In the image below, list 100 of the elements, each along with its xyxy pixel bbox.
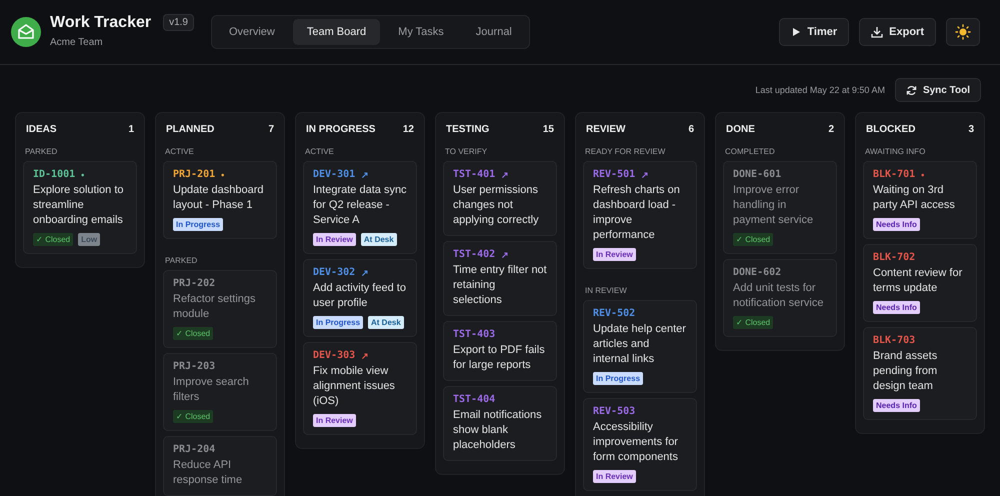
column-title: PLANNED [166, 124, 214, 135]
tab[interactable]: Overview [215, 19, 289, 45]
task-id: ID-1001 [33, 169, 76, 180]
task-card[interactable]: PRJ-204 Reduce API response time [163, 436, 277, 496]
task-card[interactable]: REV-502 Update help center articles and internal links In Progress [583, 300, 697, 393]
marker-glyph: • [81, 170, 84, 180]
task-id: PRJ-201 [173, 169, 216, 180]
status-tag: In Progress [593, 372, 644, 385]
timer-button[interactable]: Timer [779, 18, 850, 46]
export-button[interactable]: Export [859, 18, 936, 46]
task-id: DEV-302 [313, 267, 356, 278]
section-label: IN REVIEW [585, 286, 627, 295]
task-card[interactable]: DONE-602 Add unit tests for notification service ✓ Closed [723, 259, 837, 337]
task-title: Email notifications show blank placeholders [453, 408, 543, 453]
marker-glyph: • [221, 170, 224, 180]
section-label: READY FOR REVIEW [585, 147, 666, 156]
task-card[interactable]: BLK-701 • Waiting on 3rd party API access Needs Info [863, 161, 977, 239]
marker-glyph: ↗ [501, 170, 510, 180]
status-tag: In Review [593, 470, 636, 483]
task-card[interactable]: PRJ-202 Refactor settings module ✓ Closed [163, 270, 277, 348]
task-id: TST-403 [453, 329, 496, 340]
task-card[interactable]: DEV-303 ↗ Fix mobile view alignment issues (iOS) In Review [303, 342, 417, 435]
marker-glyph: ↗ [361, 350, 370, 360]
task-card[interactable]: REV-503 Accessibility improvements for form components In Review [583, 398, 697, 491]
task-card[interactable]: REV-501 ↗ Refresh charts on dashboard load - improve performance In Review [583, 161, 697, 269]
task-title: Refactor settings module [173, 292, 257, 322]
task-title: Accessibility improvements for form components [593, 420, 679, 465]
task-card[interactable]: TST-404 Email notifications show blank placeholders [443, 386, 557, 461]
task-id: BLK-702 [873, 252, 916, 263]
task-card[interactable]: TST-403 Export to PDF fails for large reports [443, 321, 557, 381]
task-card[interactable]: DEV-301 ↗ Integrate data sync for Q2 release - Service A In Review At Desk [303, 161, 417, 254]
task-card[interactable]: PRJ-203 Improve search filters ✓ Closed [163, 353, 277, 431]
section-label: AWAITING INFO [865, 147, 926, 156]
status-tag: In Review [313, 233, 356, 246]
task-card[interactable]: TST-401 ↗ User permissions changes not applying correctly [443, 161, 557, 236]
task-id: TST-401 [453, 169, 496, 180]
task-title: Update help center articles and internal links [593, 322, 687, 367]
play-icon [791, 27, 802, 37]
task-id: REV-501 [593, 169, 636, 180]
task-title: Content review for terms update [873, 266, 964, 296]
column-count: 3 [968, 124, 974, 135]
sun-icon [955, 24, 971, 40]
task-id: PRJ-203 [173, 361, 216, 372]
task-card[interactable]: PRJ-201 • Update dashboard layout - Phase 1 In Progress [163, 161, 277, 239]
task-title: Time entry filter not retaining selections [453, 263, 547, 308]
task-title: Explore solution to streamline onboarding emails [33, 183, 124, 228]
section-label: PARKED [25, 147, 58, 156]
task-id: PRJ-204 [173, 444, 216, 455]
theme-toggle-button[interactable] [946, 18, 980, 46]
column-count: 12 [402, 124, 414, 135]
tab[interactable]: Journal [462, 19, 526, 45]
task-title: Refresh charts on dashboard load - improve performance [593, 183, 681, 243]
task-card[interactable]: DEV-302 ↗ Add activity feed to user profile In Progress At Desk [303, 259, 417, 337]
status-tag: Needs Info [873, 399, 920, 412]
refresh-icon [906, 84, 917, 96]
task-title: Add unit tests for notification service [733, 281, 824, 311]
task-card[interactable]: TST-402 ↗ Time entry filter not retaining selections [443, 241, 557, 316]
status-tag: At Desk [368, 316, 404, 329]
task-title: Export to PDF fails for large reports [453, 343, 546, 373]
status-tag: In Review [593, 248, 636, 261]
task-title: Add activity feed to user profile [313, 281, 407, 311]
task-id: PRJ-202 [173, 278, 216, 289]
status-tag: Needs Info [873, 301, 920, 314]
task-card[interactable]: BLK-703 Brand assets pending from design team Needs Info [863, 327, 977, 420]
task-card[interactable]: DONE-601 Improve error handling in payment service ✓ Closed [723, 161, 837, 254]
column-count: 15 [542, 124, 554, 135]
task-card[interactable]: BLK-702 Content review for terms update Needs Info [863, 244, 977, 322]
section-label: ACTIVE [305, 147, 334, 156]
marker-glyph: ↗ [641, 170, 650, 180]
tab[interactable]: Team Board [292, 19, 380, 45]
column-title: REVIEW [586, 124, 626, 135]
status-tag: In Progress [313, 316, 364, 329]
status-tag: Needs Info [873, 218, 920, 231]
column-title: BLOCKED [866, 124, 916, 135]
status-tag: In Progress [173, 218, 224, 231]
task-id: REV-502 [593, 308, 636, 319]
status-tag: At Desk [360, 233, 397, 246]
status-tag: ✓ Closed [33, 233, 74, 246]
task-id: TST-402 [453, 249, 496, 260]
status-tag: Low [78, 233, 100, 246]
task-title: Improve error handling in payment service [733, 183, 814, 228]
column-title: IN PROGRESS [306, 124, 376, 135]
sync-button[interactable]: Sync Tool [894, 78, 981, 102]
app-title: Work Tracker [50, 14, 152, 32]
logo-icon [11, 16, 41, 46]
task-title: Fix mobile view alignment issues (iOS) [313, 364, 396, 409]
task-card[interactable]: ID-1001 • Explore solution to streamline onboarding emails ✓ Closed Low [23, 161, 137, 254]
tab[interactable]: My Tasks [384, 19, 458, 45]
status-tag: ✓ Closed [173, 327, 214, 340]
task-id: DONE-601 [733, 169, 782, 180]
section-label: TO VERIFY [445, 147, 488, 156]
task-id: TST-404 [453, 394, 496, 405]
column-title: IDEAS [26, 124, 57, 135]
task-id: DEV-301 [313, 169, 356, 180]
task-title: Brand assets pending from design team [873, 349, 938, 394]
team-name: Acme Team [50, 36, 104, 48]
task-title: Reduce API response time [173, 458, 244, 488]
status-tag: In Review [313, 414, 356, 427]
section-label: PARKED [165, 256, 198, 265]
marker-glyph: ↗ [501, 250, 510, 260]
